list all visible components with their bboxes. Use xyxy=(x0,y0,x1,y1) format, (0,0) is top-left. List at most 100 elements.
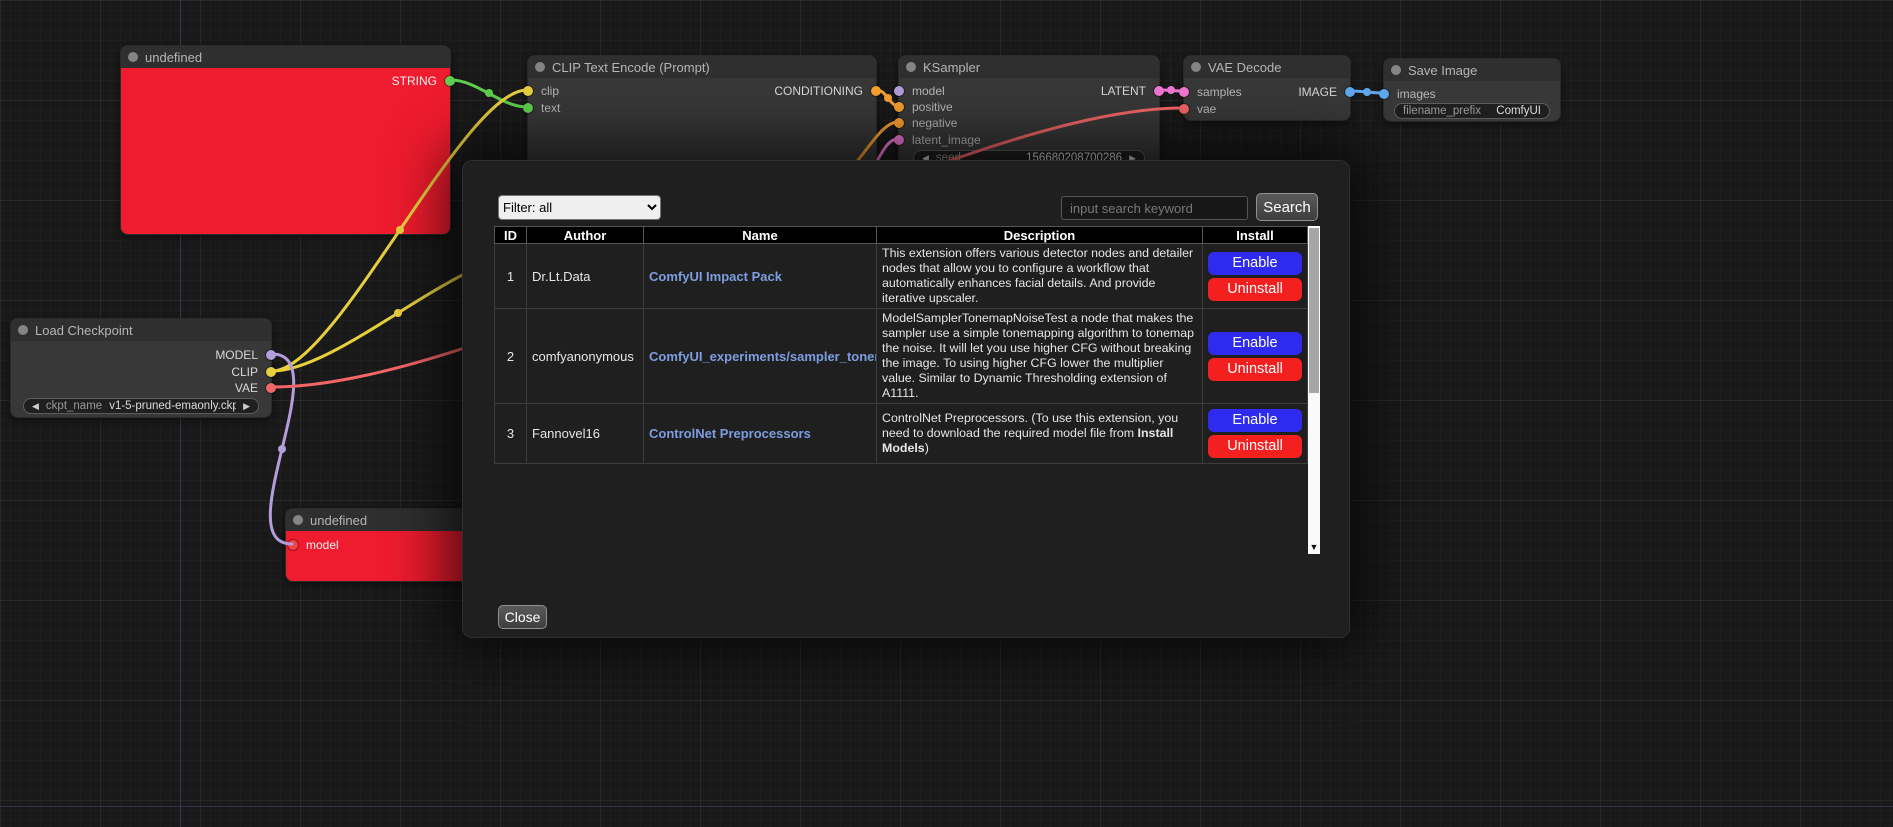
string-slot-icon[interactable] xyxy=(523,103,533,113)
collapse-dot-icon[interactable] xyxy=(128,52,138,62)
extension-link[interactable]: ControlNet Preprocessors xyxy=(649,426,811,441)
clip-slot-icon[interactable] xyxy=(523,86,533,96)
clip-input-slot[interactable]: clip xyxy=(523,84,559,98)
increment-arrow-icon[interactable]: ▶ xyxy=(243,401,250,412)
clip-slot-icon[interactable] xyxy=(266,367,276,377)
vae-slot-icon[interactable] xyxy=(1179,104,1189,114)
latent-slot-icon[interactable] xyxy=(1154,86,1164,96)
extension-author: Dr.Lt.Data xyxy=(527,244,644,309)
node-header[interactable]: Load Checkpoint xyxy=(11,319,271,341)
node-header[interactable]: VAE Decode xyxy=(1184,56,1350,78)
canvas-axis-horizontal xyxy=(0,806,1893,807)
string-output-slot[interactable]: STRING xyxy=(392,74,455,88)
image-output-slot[interactable]: IMAGE xyxy=(1298,85,1355,99)
uninstall-button[interactable]: Uninstall xyxy=(1208,358,1302,381)
text-input-slot[interactable]: text xyxy=(523,101,560,115)
conditioning-slot-icon[interactable] xyxy=(871,86,881,96)
ckpt-name-widget[interactable]: ◀ ckpt_name v1-5-pruned-emaonly.ckpt ▶ xyxy=(23,398,259,414)
scrollbar-thumb[interactable] xyxy=(1309,228,1319,393)
string-slot-icon[interactable] xyxy=(445,76,455,86)
image-slot-icon[interactable] xyxy=(1345,87,1355,97)
extension-author: Fannovel16 xyxy=(527,404,644,464)
filter-select[interactable]: Filter: all xyxy=(498,195,661,220)
latent-slot-icon[interactable] xyxy=(894,135,904,145)
node-undefined-top[interactable]: undefined STRING xyxy=(120,45,451,235)
extension-install-cell: Enable Uninstall xyxy=(1203,404,1308,464)
latent-output-slot[interactable]: LATENT xyxy=(1101,84,1164,98)
node-title: undefined xyxy=(310,513,367,528)
decrement-arrow-icon[interactable]: ◀ xyxy=(32,401,39,412)
missing-slot-icon[interactable] xyxy=(288,540,298,550)
column-header-id: ID xyxy=(495,227,527,244)
node-title: Save Image xyxy=(1408,63,1477,78)
extensions-table-area: ID Author Name Description Install 1 Dr.… xyxy=(494,226,1320,554)
conditioning-slot-icon[interactable] xyxy=(894,102,904,112)
extension-row: 3 Fannovel16 ControlNet Preprocessors Co… xyxy=(495,404,1308,464)
table-scrollbar[interactable]: ▼ xyxy=(1308,226,1320,554)
model-input-slot[interactable]: model xyxy=(288,538,339,552)
wire-midpoint-dot xyxy=(884,94,892,102)
negative-input-slot[interactable]: negative xyxy=(894,116,957,130)
extension-install-cell: Enable Uninstall xyxy=(1203,244,1308,309)
node-header[interactable]: KSampler xyxy=(899,56,1159,78)
node-header[interactable]: undefined xyxy=(286,509,474,531)
enable-button[interactable]: Enable xyxy=(1208,332,1302,355)
vae-slot-icon[interactable] xyxy=(266,383,276,393)
node-title: KSampler xyxy=(923,60,980,75)
collapse-dot-icon[interactable] xyxy=(906,62,916,72)
vae-input-slot[interactable]: vae xyxy=(1179,102,1216,116)
extension-description: ModelSamplerTonemapNoiseTest a node that… xyxy=(877,309,1203,404)
collapse-dot-icon[interactable] xyxy=(1191,62,1201,72)
wire-midpoint-dot xyxy=(394,309,402,317)
wire-midpoint-dot xyxy=(1363,88,1371,96)
model-input-slot[interactable]: model xyxy=(894,84,945,98)
wire-string-to-text xyxy=(451,80,527,107)
node-undefined-bottom[interactable]: undefined model xyxy=(285,508,475,582)
node-vae-decode[interactable]: VAE Decode samples vae IMAGE xyxy=(1183,55,1351,121)
wire-midpoint-dot xyxy=(278,445,286,453)
conditioning-slot-icon[interactable] xyxy=(894,118,904,128)
extension-link[interactable]: ComfyUI_experiments/sampler_tonemap xyxy=(649,349,877,364)
model-output-slot[interactable]: MODEL xyxy=(215,348,276,362)
samples-input-slot[interactable]: samples xyxy=(1179,85,1242,99)
latent-image-input-slot[interactable]: latent_image xyxy=(894,133,981,147)
vae-output-slot[interactable]: VAE xyxy=(235,381,276,395)
node-title: undefined xyxy=(145,50,202,65)
node-save-image[interactable]: Save Image images filename_prefix ComfyU… xyxy=(1383,58,1561,122)
search-button[interactable]: Search xyxy=(1256,193,1318,221)
latent-slot-icon[interactable] xyxy=(1179,87,1189,97)
enable-button[interactable]: Enable xyxy=(1208,252,1302,275)
node-header[interactable]: CLIP Text Encode (Prompt) xyxy=(528,56,876,78)
uninstall-button[interactable]: Uninstall xyxy=(1208,278,1302,301)
model-slot-icon[interactable] xyxy=(894,86,904,96)
column-header-name: Name xyxy=(644,227,877,244)
node-header[interactable]: undefined xyxy=(121,46,450,68)
node-load-checkpoint[interactable]: Load Checkpoint MODEL CLIP VAE ◀ ckpt_na… xyxy=(10,318,272,418)
custom-nodes-manager-dialog: Filter: all Search ID Author Name Descri… xyxy=(462,160,1350,638)
extension-link[interactable]: ComfyUI Impact Pack xyxy=(649,269,782,284)
close-button[interactable]: Close xyxy=(498,605,547,629)
image-slot-icon[interactable] xyxy=(1379,89,1389,99)
graph-canvas[interactable]: undefined STRING CLIP Text Encode (Promp… xyxy=(0,0,1893,827)
enable-button[interactable]: Enable xyxy=(1208,409,1302,432)
model-slot-icon[interactable] xyxy=(266,350,276,360)
column-header-install: Install xyxy=(1203,227,1308,244)
node-title: VAE Decode xyxy=(1208,60,1281,75)
search-input[interactable] xyxy=(1061,196,1248,220)
extension-row: 2 comfyanonymous ComfyUI_experiments/sam… xyxy=(495,309,1308,404)
collapse-dot-icon[interactable] xyxy=(293,515,303,525)
filename-prefix-widget[interactable]: filename_prefix ComfyUI xyxy=(1394,103,1550,119)
node-header[interactable]: Save Image xyxy=(1384,59,1560,81)
scrollbar-down-arrow-icon[interactable]: ▼ xyxy=(1308,541,1320,554)
extension-description: This extension offers various detector n… xyxy=(877,244,1203,309)
extension-description: ControlNet Preprocessors. (To use this e… xyxy=(877,404,1203,464)
collapse-dot-icon[interactable] xyxy=(1391,65,1401,75)
uninstall-button[interactable]: Uninstall xyxy=(1208,435,1302,458)
collapse-dot-icon[interactable] xyxy=(535,62,545,72)
node-title: Load Checkpoint xyxy=(35,323,133,338)
positive-input-slot[interactable]: positive xyxy=(894,100,953,114)
collapse-dot-icon[interactable] xyxy=(18,325,28,335)
clip-output-slot[interactable]: CLIP xyxy=(231,365,276,379)
images-input-slot[interactable]: images xyxy=(1379,87,1436,101)
conditioning-output-slot[interactable]: CONDITIONING xyxy=(774,84,881,98)
